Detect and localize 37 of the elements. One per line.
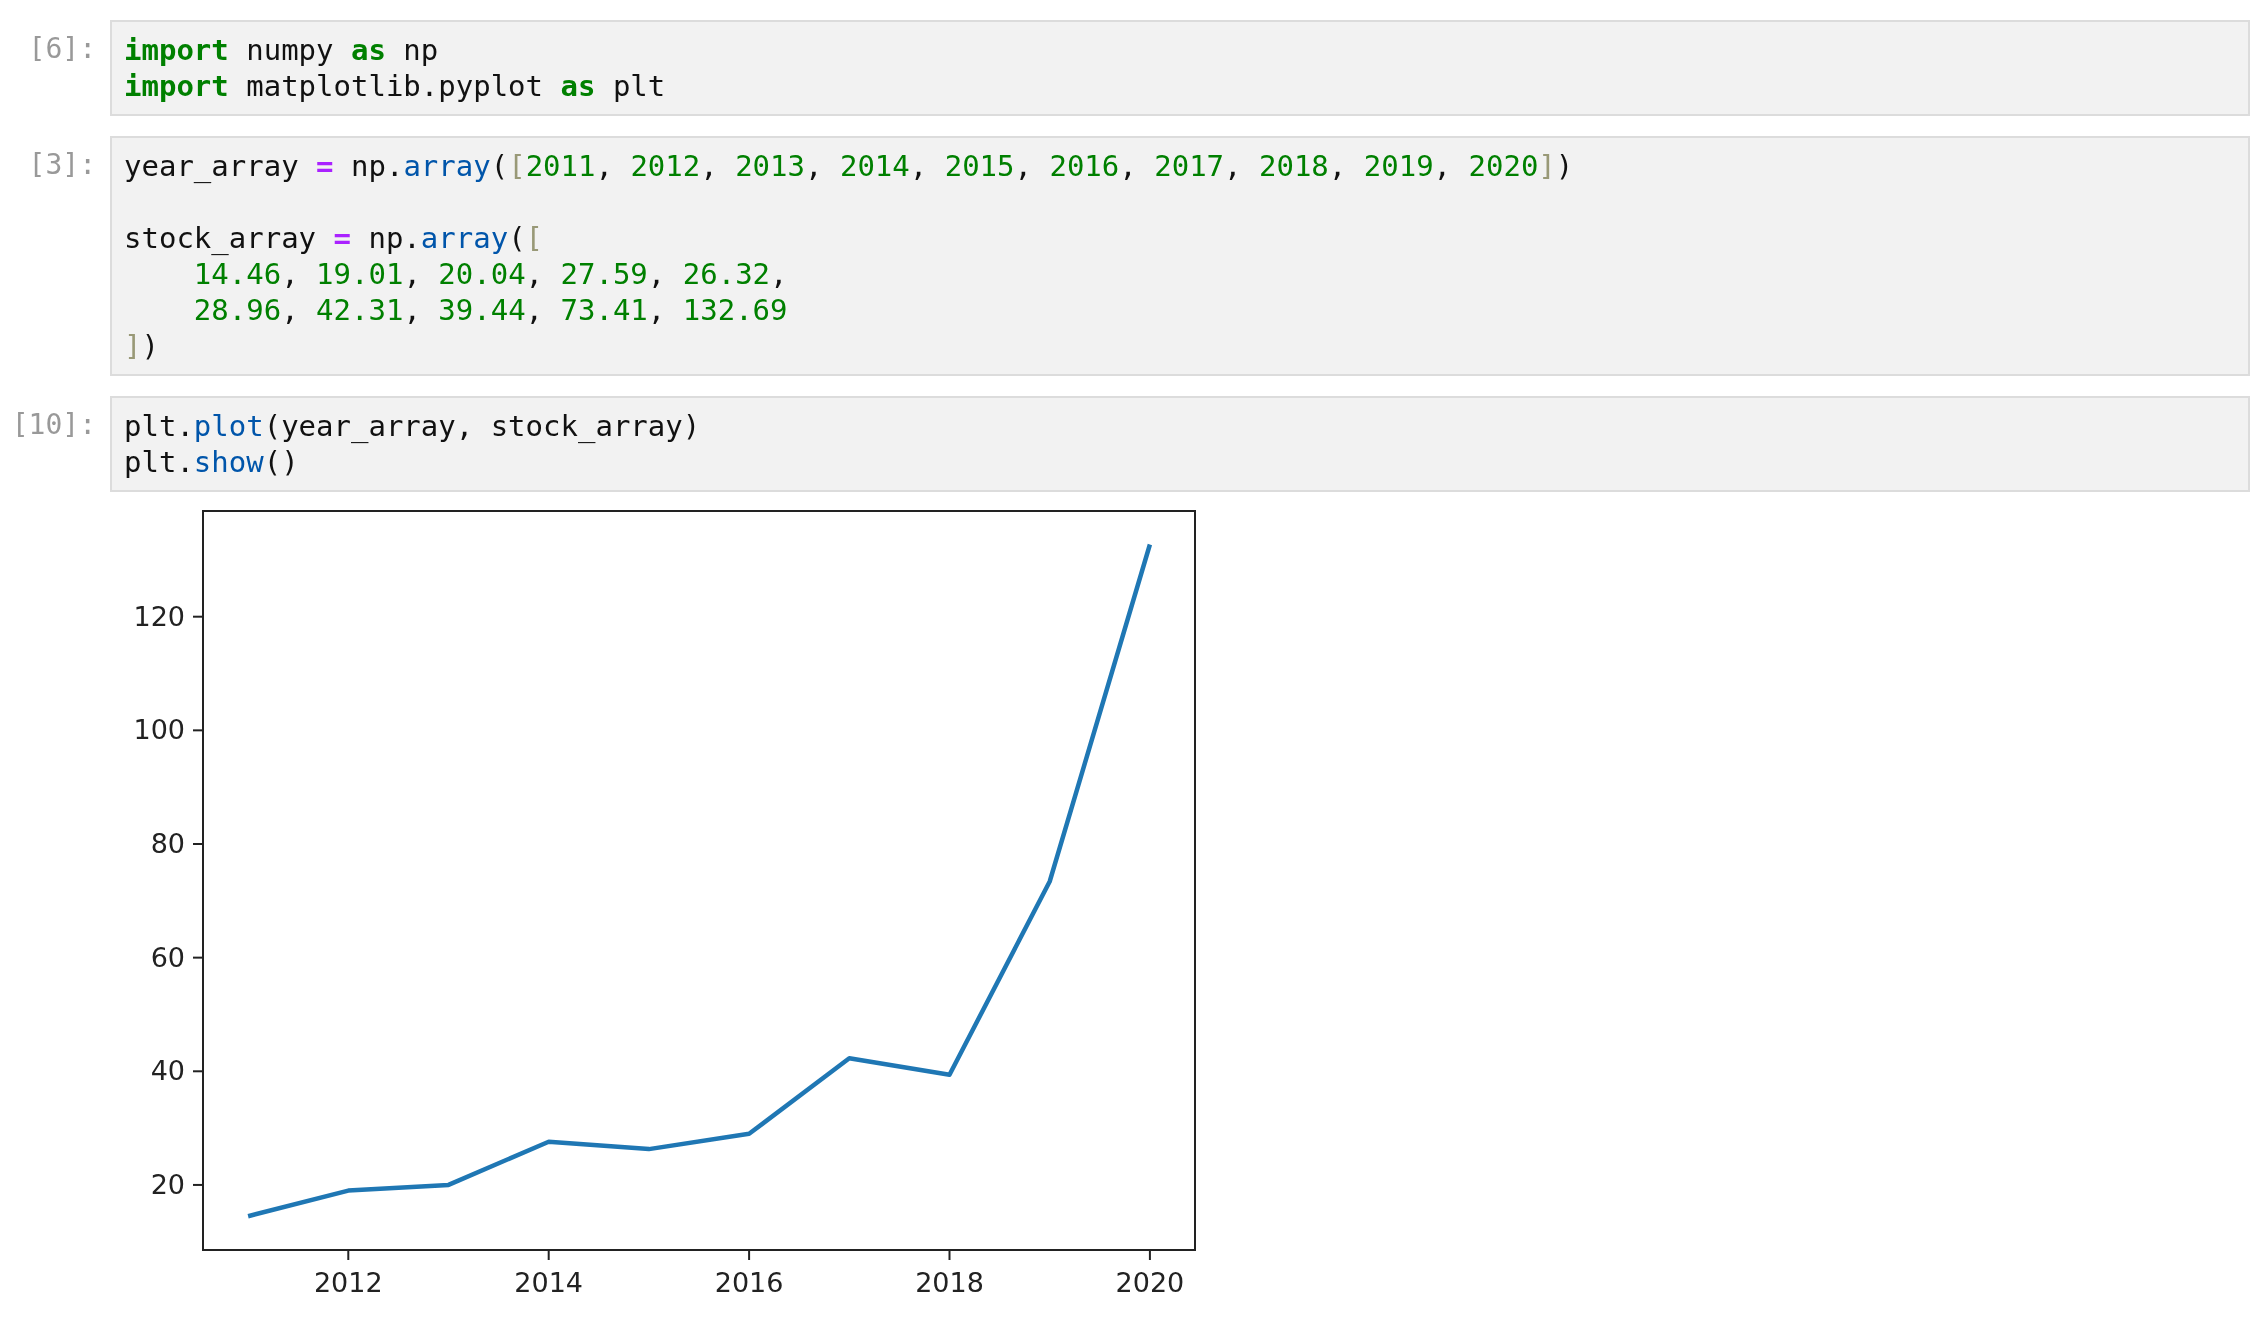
y-tick	[192, 1183, 204, 1186]
y-tick	[192, 956, 204, 959]
code-line: 28.96, 42.31, 39.44, 73.41, 132.69	[192, 292, 789, 328]
code-line: import matplotlib.pyplot as plt	[124, 68, 667, 104]
y-tick	[192, 843, 204, 845]
code-line: import numpy as np	[124, 32, 440, 68]
y-tick-label: 40	[150, 1055, 185, 1087]
x-tick	[547, 1249, 550, 1261]
code-line: plt.show()	[124, 444, 300, 480]
code-cell[interactable]: import numpy as np import matplotlib.pyplot as plt	[110, 20, 2250, 116]
y-tick	[192, 615, 204, 618]
code-line: plt.plot(year_array, stock_array)	[124, 408, 702, 444]
code-line: 14.46, 19.01, 20.04, 27.59, 26.32,	[192, 256, 789, 292]
x-tick-label: 2014	[514, 1267, 584, 1298]
x-tick-label: 2012	[313, 1267, 383, 1298]
x-tick	[347, 1249, 350, 1261]
cell-prompt: [3]:	[27, 147, 96, 183]
y-tick	[192, 729, 204, 732]
code-line: year_array = np.array([2011, 2012, 2013, 2014, 2015, 2016, 2017, 2018, 2019, 2020])	[124, 148, 1575, 185]
y-tick-label: 80	[150, 828, 185, 859]
x-tick-label: 2016	[714, 1267, 784, 1298]
cell-prompt: [6]:	[27, 31, 96, 67]
y-tick-label: 100	[133, 714, 185, 746]
x-tick-label: 2018	[915, 1267, 984, 1298]
x-tick	[1148, 1249, 1151, 1261]
code-cell[interactable]: plt.plot(year_array, stock_array) plt.show()	[110, 396, 2250, 492]
code-cell[interactable]: year_array = np.array([2011, 2012, 2013, 2014, 2015, 2016, 2017, 2018, 2019, 2020]) stock_array = np.array([ 14.46, 19.01, 20.04, 27.59, 26.32, 28.96, 42.31, 39.44, 73.41, 132.69 ])	[110, 136, 2250, 376]
y-tick	[192, 1070, 204, 1073]
x-tick	[748, 1249, 751, 1261]
code-line: stock_array = np.array([	[124, 220, 545, 256]
x-tick	[948, 1249, 951, 1261]
y-tick-label: 20	[150, 1168, 185, 1200]
x-tick-label: 2020	[1115, 1267, 1185, 1298]
y-tick-label: 60	[150, 941, 185, 973]
cell-prompt: [10]:	[10, 407, 96, 443]
y-tick-label: 120	[133, 600, 185, 632]
code-line: ])	[124, 328, 160, 364]
